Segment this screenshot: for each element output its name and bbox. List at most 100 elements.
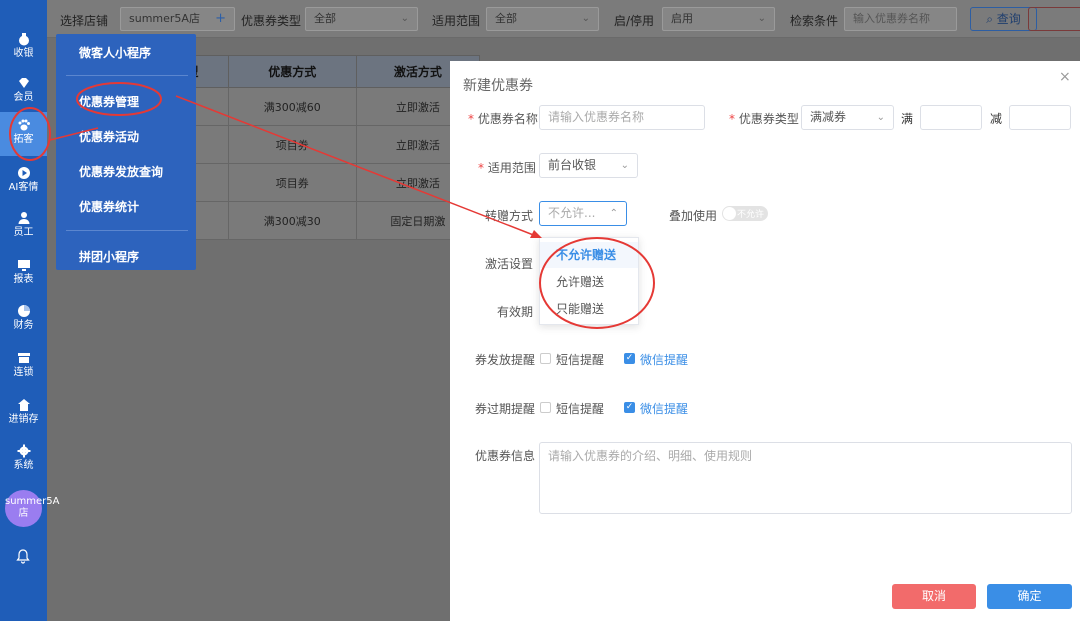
label-text: 适用范围 bbox=[487, 161, 536, 175]
issue-sms-checkbox[interactable] bbox=[540, 353, 551, 364]
info-textarea[interactable]: 请输入优惠券的介绍、明细、使用规则 bbox=[539, 442, 1072, 514]
query-label: 查询 bbox=[996, 12, 1021, 26]
dialog-title: 新建优惠券 bbox=[463, 78, 533, 94]
coupon-type-label: 优惠券类型 bbox=[241, 14, 302, 28]
sidebar-item-finance[interactable]: 财务 bbox=[0, 298, 47, 342]
coupon-type-value: 满减券 bbox=[810, 110, 847, 124]
menu-item-mini-program[interactable]: 微客人小程序 bbox=[79, 44, 151, 61]
issue-wechat-checkbox[interactable]: ✓ bbox=[624, 353, 635, 364]
scope-label: * 适用范围 bbox=[478, 159, 536, 176]
chevron-down-icon: ⌄ bbox=[400, 13, 409, 24]
search-input[interactable]: 输入优惠券名称 bbox=[844, 7, 957, 31]
query-button[interactable]: ⌕ 查询 bbox=[970, 7, 1037, 31]
transfer-label: 转赠方式 bbox=[485, 209, 534, 223]
home-icon bbox=[17, 399, 30, 411]
full-amount-input[interactable] bbox=[920, 105, 982, 130]
menu-divider bbox=[66, 230, 188, 231]
sidebar: 收银 会员 拓客 AI客情 员工 报表 财务 连锁 进销存 系统 summer5… bbox=[0, 0, 60, 621]
sidebar-item-member[interactable]: 会员 bbox=[0, 70, 47, 114]
menu-item-group-buy[interactable]: 拼团小程序 bbox=[79, 248, 139, 265]
menu-item-coupon-activity[interactable]: 优惠券活动 bbox=[79, 128, 139, 145]
add-store-icon[interactable]: + bbox=[215, 8, 226, 30]
diamond-icon bbox=[18, 78, 29, 88]
chevron-down-icon: ⌄ bbox=[757, 13, 766, 24]
avatar[interactable]: summer5A店 bbox=[5, 490, 60, 527]
confirm-button[interactable]: 确定 bbox=[987, 584, 1072, 609]
table-header: 优惠方式 bbox=[227, 55, 357, 88]
coupon-name-input[interactable]: 请输入优惠券名称 bbox=[539, 105, 705, 130]
sidebar-item-label: AI客情 bbox=[8, 182, 39, 193]
chevron-down-icon: ⌄ bbox=[876, 112, 885, 123]
status-select[interactable]: 启用 ⌄ bbox=[662, 7, 775, 31]
transfer-option[interactable]: 不允许赠送 bbox=[540, 242, 638, 268]
scope-select[interactable]: 全部 ⌄ bbox=[486, 7, 599, 31]
close-icon[interactable]: × bbox=[1059, 69, 1071, 85]
bell-icon[interactable] bbox=[15, 548, 31, 564]
store-value: summer5A店 bbox=[129, 12, 200, 25]
transfer-select[interactable]: 不允许... ⌃ bbox=[539, 201, 627, 226]
status-value: 启用 bbox=[671, 12, 693, 25]
sidebar-item-expand[interactable]: 拓客 bbox=[0, 112, 47, 156]
store-label: 选择店铺 bbox=[60, 14, 109, 28]
money-bag-icon bbox=[18, 33, 29, 46]
required-mark: * bbox=[729, 112, 739, 126]
required-mark: * bbox=[478, 161, 488, 175]
sidebar-item-cashier[interactable]: 收银 bbox=[0, 26, 47, 70]
cancel-button[interactable]: 取消 bbox=[892, 584, 976, 609]
scope-label: 适用范围 bbox=[432, 14, 481, 28]
sidebar-item-label: 员工 bbox=[13, 227, 34, 238]
sidebar-item-label: 拓客 bbox=[13, 134, 34, 145]
filter-bar: 选择店铺 summer5A店 + 优惠券类型 全部 ⌄ 适用范围 全部 ⌄ 启/… bbox=[47, 0, 1080, 38]
minus-amount-input[interactable] bbox=[1009, 105, 1071, 130]
chevron-down-icon: ⌄ bbox=[581, 13, 590, 24]
scope-value: 全部 bbox=[495, 12, 517, 25]
menu-item-coupon-manage[interactable]: 优惠券管理 bbox=[79, 93, 139, 110]
sidebar-item-system[interactable]: 系统 bbox=[0, 438, 47, 482]
stack-toggle[interactable]: 不允许 bbox=[722, 206, 768, 221]
coupon-type-select[interactable]: 全部 ⌄ bbox=[305, 7, 418, 31]
transfer-value: 不允许... bbox=[548, 206, 596, 220]
coupon-name-label: * 优惠券名称 bbox=[468, 110, 538, 127]
sidebar-item-label: 收银 bbox=[13, 48, 34, 59]
person-icon bbox=[18, 212, 29, 224]
table-cell: 满300减60 bbox=[227, 87, 357, 126]
transfer-dropdown: 不允许赠送 允许赠送 只能赠送 bbox=[539, 237, 639, 325]
table-cell: 项目券 bbox=[227, 163, 357, 202]
coupon-type-select[interactable]: 满减券 ⌄ bbox=[801, 105, 894, 130]
store-select[interactable]: summer5A店 + bbox=[120, 7, 235, 31]
new-coupon-dialog: 新建优惠券 × * 优惠券名称 请输入优惠券名称 * 优惠券类型 满减券 ⌄ 满… bbox=[450, 61, 1080, 621]
sidebar-item-staff[interactable]: 员工 bbox=[0, 205, 47, 249]
expire-wechat-checkbox[interactable]: ✓ bbox=[624, 402, 635, 413]
toggle-text: 不允许 bbox=[737, 210, 765, 220]
transfer-option[interactable]: 允许赠送 bbox=[540, 269, 638, 295]
coupon-type-value: 全部 bbox=[314, 12, 336, 25]
sidebar-item-ai[interactable]: AI客情 bbox=[0, 160, 47, 204]
chevron-up-icon: ⌃ bbox=[609, 208, 618, 219]
sidebar-item-label: 进销存 bbox=[8, 414, 39, 425]
sidebar-item-chain[interactable]: 连锁 bbox=[0, 345, 47, 389]
menu-divider bbox=[66, 75, 188, 76]
play-circle-icon bbox=[17, 167, 30, 179]
table-cell: 项目券 bbox=[227, 125, 357, 164]
status-label: 启/停用 bbox=[614, 14, 655, 28]
expire-sms-checkbox[interactable] bbox=[540, 402, 551, 413]
delete-button[interactable] bbox=[1028, 7, 1080, 31]
search-label: 检索条件 bbox=[790, 14, 839, 28]
toggle-knob bbox=[723, 207, 736, 220]
issue-wechat-label: 微信提醒 bbox=[640, 353, 689, 367]
label-text: 优惠券名称 bbox=[477, 112, 538, 126]
table-cell: 满300减30 bbox=[227, 201, 357, 240]
sidebar-item-report[interactable]: 报表 bbox=[0, 252, 47, 296]
expire-wechat-label: 微信提醒 bbox=[640, 402, 689, 416]
full-label: 满 bbox=[901, 112, 914, 126]
expire-sms-label: 短信提醒 bbox=[556, 402, 605, 416]
required-mark: * bbox=[468, 112, 478, 126]
scope-value: 前台收银 bbox=[548, 158, 597, 172]
menu-item-coupon-stats[interactable]: 优惠券统计 bbox=[79, 198, 139, 215]
sidebar-item-inventory[interactable]: 进销存 bbox=[0, 392, 47, 436]
menu-item-coupon-issue-query[interactable]: 优惠券发放查询 bbox=[79, 163, 163, 180]
transfer-option[interactable]: 只能赠送 bbox=[540, 296, 638, 322]
scope-select[interactable]: 前台收银 ⌄ bbox=[539, 153, 638, 178]
issue-remind-label: 券发放提醒 bbox=[475, 353, 536, 367]
sidebar-item-label: 连锁 bbox=[13, 367, 34, 378]
